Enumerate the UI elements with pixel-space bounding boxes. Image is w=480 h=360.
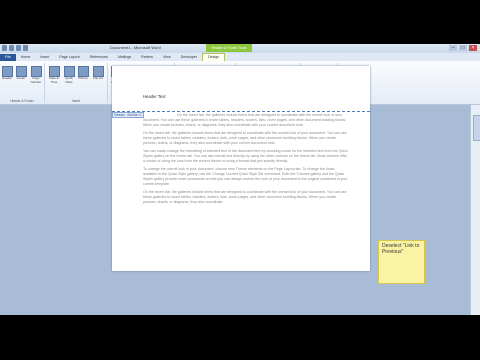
header-footer-tools-badge: Header & Footer Tools <box>206 44 252 52</box>
scrollbar-thumb[interactable] <box>473 115 480 141</box>
footer-button[interactable]: Footer <box>15 66 27 81</box>
close-icon[interactable]: × <box>469 45 477 51</box>
undo-icon[interactable] <box>16 45 21 51</box>
window-title: Document1 - Microsoft Word <box>110 45 161 50</box>
paragraph[interactable]: On the Insert tab, the galleries include… <box>143 131 348 146</box>
maximize-icon[interactable]: □ <box>459 45 467 51</box>
group-insert: Date & Time Quick Parts Picture Clip Art… <box>45 63 108 103</box>
annotation-callout: Deselect "Link to Previous" <box>378 240 425 284</box>
redo-icon[interactable] <box>23 45 28 51</box>
date-time-button[interactable]: Date & Time <box>47 66 61 84</box>
ribbon-tabs: File Home Insert Page Layout References … <box>0 53 480 61</box>
tab-home[interactable]: Home <box>16 54 36 61</box>
paragraph[interactable]: On the Insert tab, the galleries include… <box>143 190 348 205</box>
clip-art-button[interactable]: Clip Art <box>91 66 105 81</box>
paragraph[interactable]: You can easily change the formatting of … <box>143 149 348 164</box>
document-body[interactable]: On the Insert tab, the galleries include… <box>143 113 348 208</box>
group-header-footer: Header Footer Page Number Header & Foote… <box>0 63 45 103</box>
minimize-icon[interactable]: – <box>449 45 457 51</box>
video-letterbox-bottom <box>0 315 480 360</box>
header-boundary-line <box>112 111 370 112</box>
tab-mailings[interactable]: Mailings <box>113 54 136 61</box>
header-area[interactable]: Header Text <box>112 66 370 108</box>
page-number-button[interactable]: Page Number <box>29 66 43 84</box>
tab-file[interactable]: File <box>0 54 16 61</box>
document-page[interactable]: Header Text Header -Section 2- On the In… <box>112 66 370 271</box>
tab-insert[interactable]: Insert <box>35 54 54 61</box>
word-logo-icon[interactable] <box>2 45 7 51</box>
header-text[interactable]: Header Text <box>143 94 166 99</box>
tab-review[interactable]: Review <box>136 54 158 61</box>
quick-parts-button[interactable]: Quick Parts <box>62 66 76 84</box>
paragraph[interactable]: On the Insert tab, the galleries include… <box>143 113 348 128</box>
vertical-scrollbar[interactable] <box>470 105 480 315</box>
tab-design[interactable]: Design <box>202 53 226 61</box>
tab-view[interactable]: View <box>158 54 176 61</box>
tab-references[interactable]: References <box>85 54 113 61</box>
header-section-tag: Header -Section 2- <box>112 112 145 118</box>
video-letterbox-top <box>0 0 480 44</box>
tab-page-layout[interactable]: Page Layout <box>54 54 84 61</box>
window-controls: – □ × <box>449 45 477 51</box>
tab-developer[interactable]: Developer <box>176 54 202 61</box>
header-button[interactable]: Header <box>1 66 13 81</box>
quick-access-toolbar <box>2 45 28 51</box>
paragraph[interactable]: To change the overall look of your docum… <box>143 167 348 187</box>
save-icon[interactable] <box>9 45 14 51</box>
picture-button[interactable]: Picture <box>77 66 89 81</box>
title-bar: Document1 - Microsoft Word Header & Foot… <box>0 44 480 53</box>
